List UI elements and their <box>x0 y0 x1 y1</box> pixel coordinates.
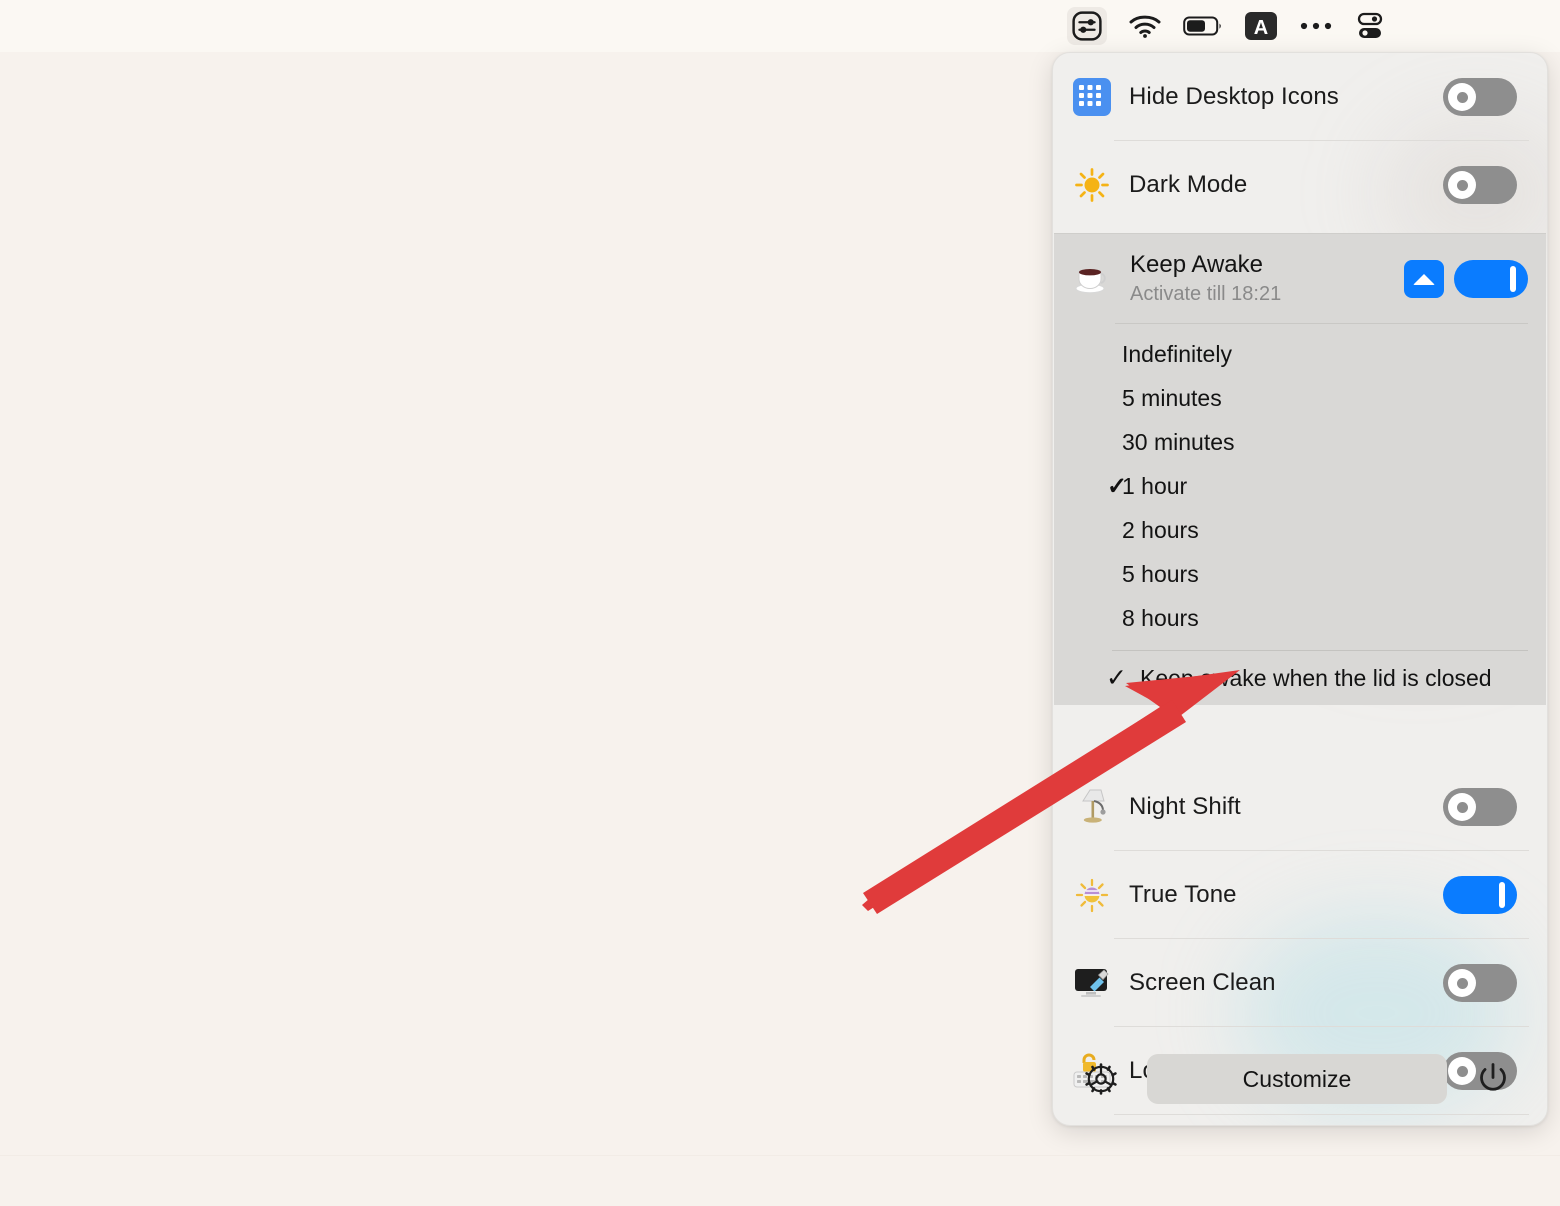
row-hide-desktop-icons[interactable]: Hide Desktop Icons <box>1053 53 1547 141</box>
toggle-true-tone[interactable] <box>1443 876 1517 914</box>
desktop-hairline <box>0 1155 1560 1156</box>
row-label-hide-desktop-icons: Hide Desktop Icons <box>1129 83 1339 110</box>
toggle-knob <box>1448 83 1476 111</box>
row-dark-mode[interactable]: Dark Mode <box>1053 141 1547 229</box>
toggle-dark-mode[interactable] <box>1443 166 1517 204</box>
power-button[interactable] <box>1465 1059 1521 1099</box>
more-glyph <box>1300 22 1332 30</box>
gear-icon <box>1085 1063 1117 1095</box>
keep-awake-subtitle: Activate till 18:21 <box>1130 283 1282 306</box>
option-label: Indefinitely <box>1122 340 1232 367</box>
option-label: 30 minutes <box>1122 428 1235 455</box>
row-label-night-shift: Night Shift <box>1129 793 1241 820</box>
coffee-cup-icon <box>1070 256 1116 302</box>
option-label: 5 minutes <box>1122 384 1222 411</box>
duration-option-8-hours[interactable]: 8 hours <box>1054 596 1546 640</box>
toggle-keep-awake[interactable] <box>1454 260 1528 298</box>
control-center-icon[interactable] <box>1355 7 1385 45</box>
sun-glyph <box>1075 168 1109 202</box>
keep-awake-expand-button[interactable] <box>1404 260 1444 298</box>
toggle-knob <box>1448 171 1476 199</box>
option-label: 2 hours <box>1122 516 1199 543</box>
bright-sun-icon <box>1069 872 1115 918</box>
one-switch-icon[interactable] <box>1067 7 1107 45</box>
row-label-screen-clean: Screen Clean <box>1129 969 1276 996</box>
toggle-knob <box>1499 882 1505 908</box>
keep-awake-text: Keep Awake Activate till 18:21 <box>1130 251 1404 307</box>
toggle-knob <box>1448 793 1476 821</box>
row-label-true-tone: True Tone <box>1129 881 1237 908</box>
settings-button[interactable] <box>1073 1058 1129 1100</box>
desk-lamp-icon <box>1069 784 1115 830</box>
customize-button[interactable]: Customize <box>1147 1054 1447 1104</box>
keep-awake-group: Keep Awake Activate till 18:21 Indefinit… <box>1054 233 1546 705</box>
duration-option-30-minutes[interactable]: 30 minutes <box>1054 420 1546 464</box>
one-switch-glyph <box>1072 11 1102 41</box>
desktop-grid-glyph <box>1073 78 1111 116</box>
desk-lamp-glyph <box>1082 789 1106 823</box>
option-label: 1 hour <box>1122 472 1188 499</box>
screen-clean-icon <box>1069 960 1115 1006</box>
row-screen-clean[interactable]: Screen Clean <box>1053 939 1547 1027</box>
duration-option-5-minutes[interactable]: 5 minutes <box>1054 376 1546 420</box>
duration-option-5-hours[interactable]: 5 hours <box>1054 552 1546 596</box>
more-icon[interactable] <box>1299 7 1333 45</box>
row-keep-awake[interactable]: Keep Awake Activate till 18:21 <box>1054 234 1546 324</box>
bright-sun-glyph <box>1075 878 1109 913</box>
battery-icon[interactable] <box>1183 7 1223 45</box>
duration-option-1-hour[interactable]: ✓ 1 hour <box>1054 464 1546 508</box>
wifi-glyph <box>1129 15 1161 38</box>
toggle-hide-desktop-icons[interactable] <box>1443 78 1517 116</box>
toggle-night-shift[interactable] <box>1443 788 1517 826</box>
duration-option-2-hours[interactable]: 2 hours <box>1054 508 1546 552</box>
panel-footer: Customize <box>1053 1033 1547 1125</box>
chevron-up-icon <box>1413 273 1435 285</box>
screen-clean-glyph <box>1075 969 1109 997</box>
keep-awake-duration-list: Indefinitely 5 minutes 30 minutes ✓ 1 ho… <box>1054 324 1546 646</box>
keep-awake-title: Keep Awake <box>1130 250 1263 278</box>
coffee-cup-glyph <box>1075 269 1106 294</box>
sun-icon <box>1069 162 1115 208</box>
input-source-icon[interactable]: A <box>1245 7 1277 45</box>
desktop-grid-icon <box>1069 74 1115 120</box>
battery-glyph <box>1183 16 1221 36</box>
option-checkmark: ✓ <box>1106 472 1128 500</box>
control-center-glyph <box>1357 12 1383 38</box>
option-label: Keep awake when the lid is closed <box>1140 664 1492 691</box>
duration-option-indefinitely[interactable]: Indefinitely <box>1054 332 1546 376</box>
power-icon <box>1480 1063 1506 1091</box>
toggle-knob <box>1448 969 1476 997</box>
option-label: 5 hours <box>1122 560 1199 587</box>
row-true-tone[interactable]: True Tone <box>1053 851 1547 939</box>
macos-menu-bar: A <box>0 0 1560 52</box>
keep-awake-head-separator <box>1115 323 1528 324</box>
toggle-screen-clean[interactable] <box>1443 964 1517 1002</box>
desktop-screen: A Hide Desktop Icons Dark Mode Keep Awak… <box>0 0 1560 1206</box>
option-keep-awake-lid-closed[interactable]: ✓ Keep awake when the lid is closed <box>1054 651 1546 705</box>
wifi-icon[interactable] <box>1129 7 1161 45</box>
customize-button-label: Customize <box>1242 1065 1352 1092</box>
row-night-shift[interactable]: Night Shift <box>1053 763 1547 851</box>
one-switch-panel: Hide Desktop Icons Dark Mode Keep Awake … <box>1052 52 1548 1126</box>
option-label: 8 hours <box>1122 604 1199 631</box>
toggle-knob <box>1510 266 1516 292</box>
option-checkmark: ✓ <box>1106 664 1127 692</box>
input-source-glyph: A <box>1245 12 1277 40</box>
row-label-dark-mode: Dark Mode <box>1129 171 1248 198</box>
svg-text:A: A <box>1254 17 1268 39</box>
